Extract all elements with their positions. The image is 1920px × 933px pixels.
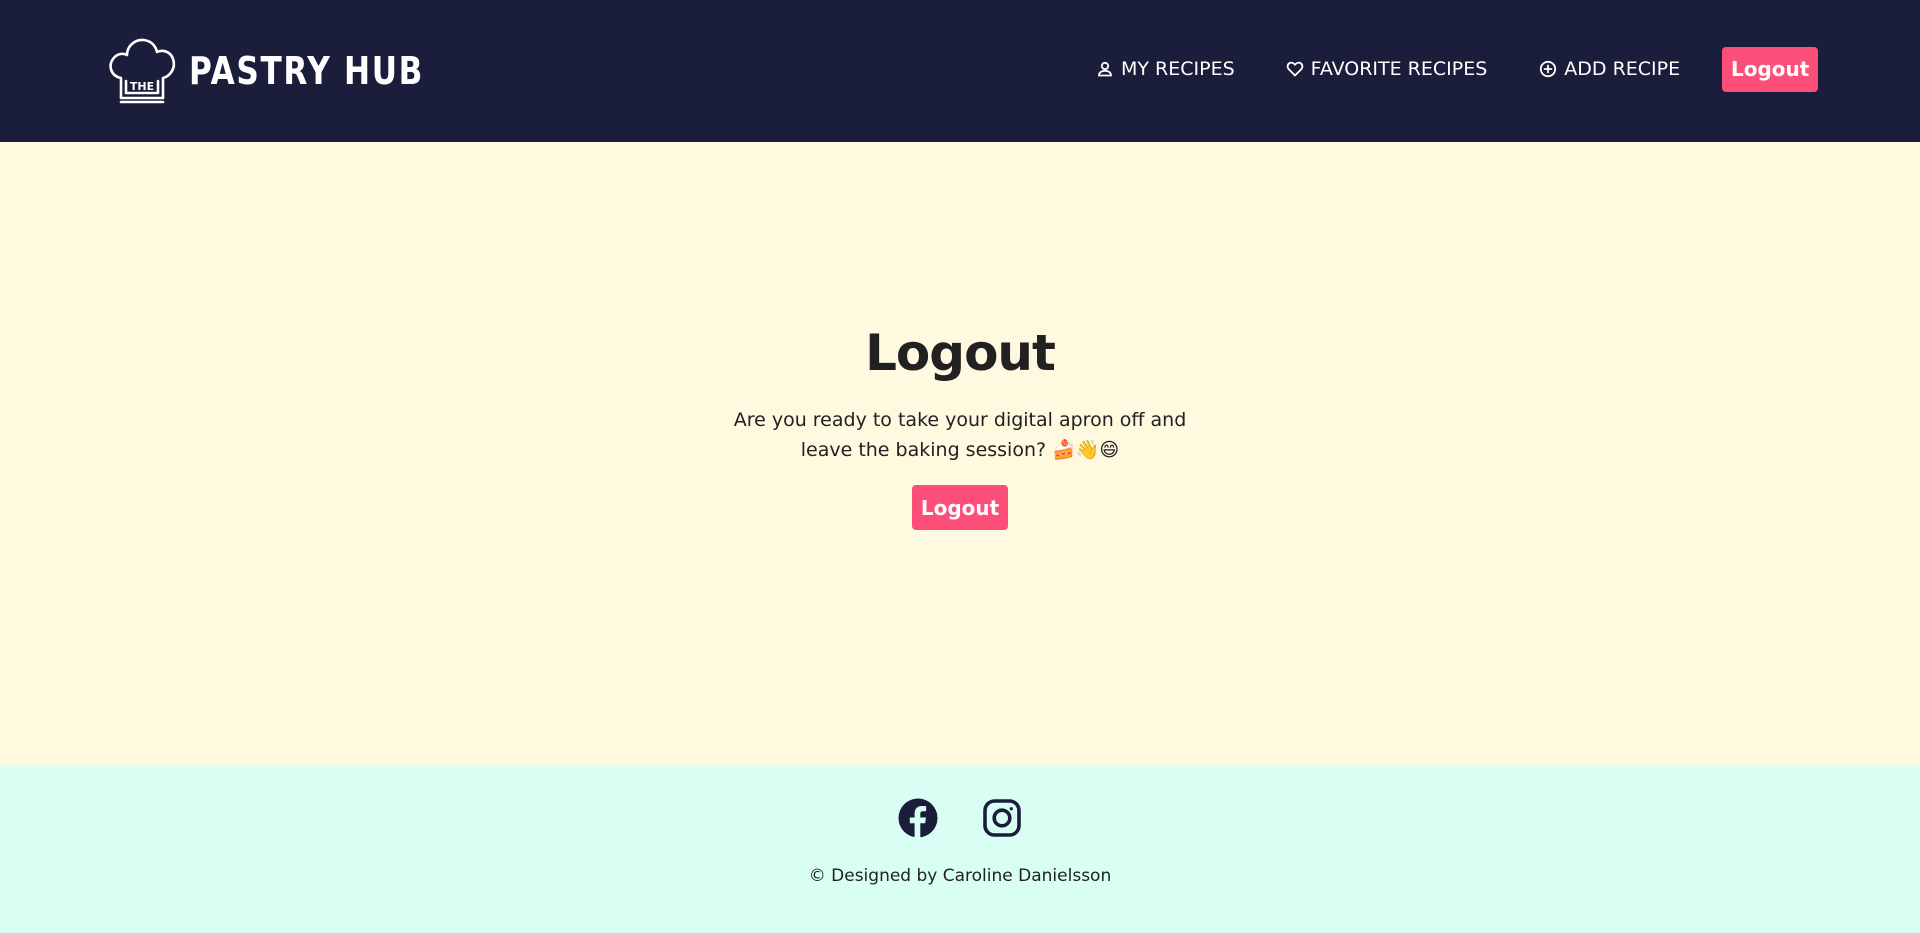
copyright-text: © Designed by Caroline Danielsson xyxy=(808,866,1112,886)
logout-confirm-button[interactable]: Logout xyxy=(912,485,1008,530)
nav-my-recipes-label: MY RECIPES xyxy=(1121,58,1235,80)
svg-text:THE: THE xyxy=(130,80,154,93)
site-header: THE PASTRY HUB MY RECIPES FAVORITE RECIP… xyxy=(0,0,1920,142)
logout-section: Logout Are you ready to take your digita… xyxy=(0,142,1920,765)
instagram-icon xyxy=(983,799,1021,837)
logout-message: Are you ready to take your digital apron… xyxy=(733,409,1187,461)
site-logo[interactable]: THE PASTRY HUB xyxy=(105,36,476,106)
page-title: Logout xyxy=(865,324,1056,382)
main-nav: MY RECIPES FAVORITE RECIPES ADD RECIPE L… xyxy=(1096,46,1819,92)
chef-hat-icon: THE xyxy=(109,38,176,104)
site-footer: © Designed by Caroline Danielsson xyxy=(0,765,1920,933)
plus-circle-icon xyxy=(1540,60,1557,78)
social-links xyxy=(0,798,1920,838)
facebook-link[interactable] xyxy=(898,798,938,838)
nav-my-recipes[interactable]: MY RECIPES xyxy=(1096,46,1235,92)
nav-favorite-recipes[interactable]: FAVORITE RECIPES xyxy=(1286,46,1488,92)
header-logout-button[interactable]: Logout xyxy=(1722,46,1819,92)
site-title: PASTRY HUB xyxy=(189,49,425,93)
user-icon xyxy=(1098,61,1112,77)
facebook-icon xyxy=(898,798,938,838)
heart-icon xyxy=(1286,61,1303,77)
nav-add-recipe-label: ADD RECIPE xyxy=(1564,58,1681,80)
nav-favorite-recipes-label: FAVORITE RECIPES xyxy=(1310,58,1488,80)
instagram-link[interactable] xyxy=(982,798,1022,838)
nav-add-recipe[interactable]: ADD RECIPE xyxy=(1539,46,1680,92)
